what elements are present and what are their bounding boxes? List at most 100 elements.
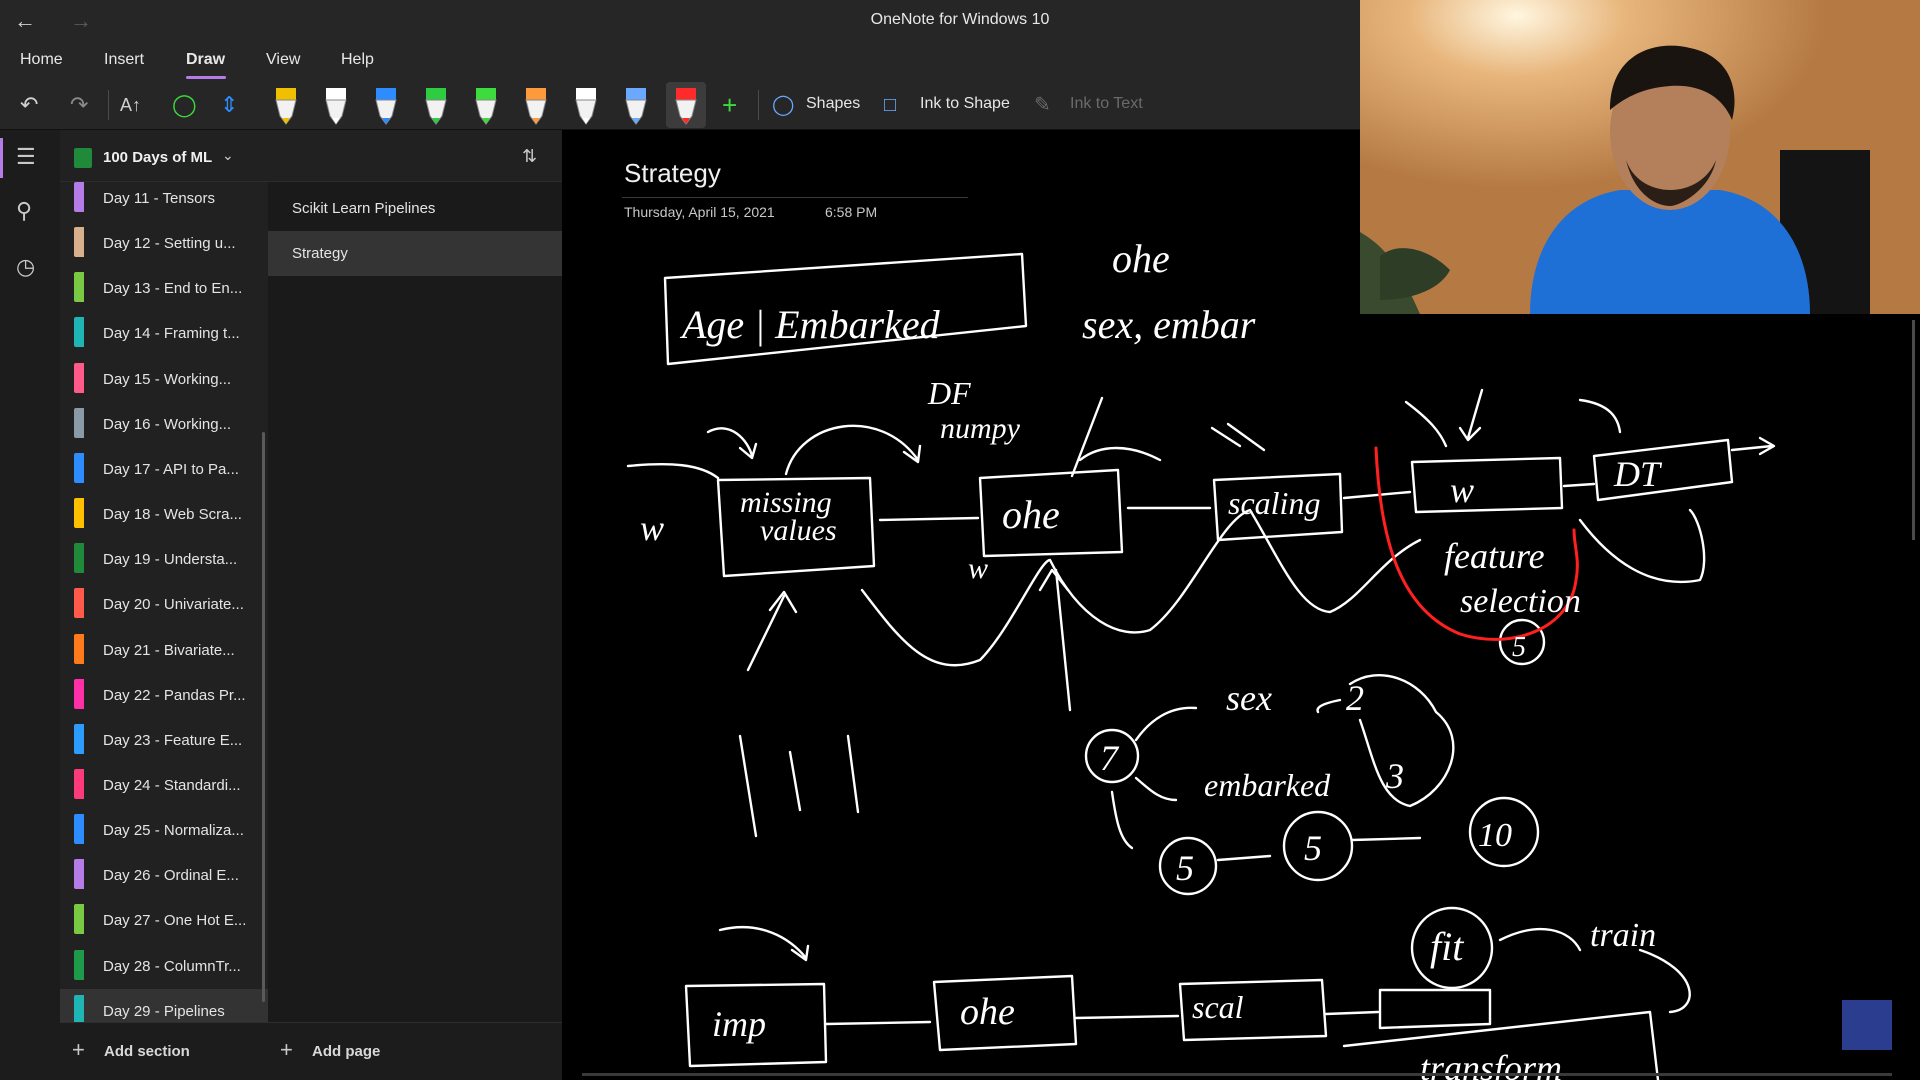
section-item[interactable]: Day 14 - Framing t... bbox=[60, 311, 268, 356]
active-menu-indicator bbox=[186, 76, 226, 79]
add-section-button[interactable]: + Add section bbox=[60, 1022, 268, 1080]
pen-5-icon[interactable] bbox=[475, 88, 497, 125]
section-item-label: Day 16 - Working... bbox=[103, 415, 232, 433]
page-item-strategy[interactable]: Strategy bbox=[268, 231, 562, 276]
menu-insert[interactable]: Insert bbox=[104, 51, 144, 69]
pen-8-icon[interactable] bbox=[625, 88, 647, 125]
undo-icon[interactable]: ↶ bbox=[20, 92, 38, 118]
page-title-underline bbox=[622, 197, 968, 198]
section-item[interactable]: Day 22 - Pandas Pr... bbox=[60, 673, 268, 718]
section-item[interactable]: Day 24 - Standardi... bbox=[60, 763, 268, 808]
menu-help[interactable]: Help bbox=[341, 51, 374, 69]
pen-6-icon[interactable] bbox=[525, 88, 547, 125]
section-item[interactable]: Day 20 - Univariate... bbox=[60, 582, 268, 627]
section-item[interactable]: Day 25 - Normaliza... bbox=[60, 808, 268, 853]
search-icon[interactable]: ⚲ bbox=[16, 198, 32, 224]
section-color-tab bbox=[74, 949, 84, 980]
page-title[interactable]: Strategy bbox=[624, 158, 721, 189]
sort-icon[interactable]: ⇅ bbox=[522, 146, 537, 167]
section-item-label: Day 26 - Ordinal E... bbox=[103, 867, 239, 885]
notebooks-icon[interactable]: ☰ bbox=[16, 144, 36, 170]
section-item-label: Day 13 - End to En... bbox=[103, 280, 243, 298]
section-color-tab bbox=[74, 182, 84, 212]
add-page-button[interactable]: + Add page bbox=[268, 1022, 562, 1080]
page-item-label: Strategy bbox=[292, 245, 348, 262]
ink-to-shape-button[interactable]: Ink to Shape bbox=[920, 95, 1010, 113]
section-color-tab bbox=[74, 362, 84, 393]
section-item[interactable]: Day 21 - Bivariate... bbox=[60, 628, 268, 673]
add-pen-icon[interactable]: + bbox=[722, 92, 737, 118]
section-item[interactable]: Day 18 - Web Scra... bbox=[60, 492, 268, 537]
canvas-horizontal-scrollbar[interactable] bbox=[582, 1073, 1892, 1076]
toolbar-divider bbox=[108, 90, 109, 120]
chevron-down-icon[interactable]: ⌄ bbox=[222, 147, 234, 164]
sections-scrollbar[interactable] bbox=[262, 432, 265, 1002]
section-color-tab bbox=[74, 633, 84, 664]
section-color-tab bbox=[74, 452, 84, 483]
pen-4-icon[interactable] bbox=[425, 88, 447, 125]
ink-to-shape-icon[interactable]: □ bbox=[884, 92, 896, 118]
section-item-label: Day 21 - Bivariate... bbox=[103, 641, 235, 659]
section-item-label: Day 23 - Feature E... bbox=[103, 731, 243, 749]
section-item[interactable]: Day 27 - One Hot E... bbox=[60, 898, 268, 943]
section-color-tab bbox=[74, 588, 84, 619]
pen-9-icon[interactable] bbox=[666, 82, 706, 128]
section-item[interactable]: Day 11 - Tensors bbox=[60, 176, 268, 221]
pen-1-icon[interactable] bbox=[275, 88, 297, 125]
section-item[interactable]: Day 13 - End to En... bbox=[60, 266, 268, 311]
section-item[interactable]: Day 16 - Working... bbox=[60, 402, 268, 447]
menu-home[interactable]: Home bbox=[20, 51, 63, 69]
section-item[interactable]: Day 23 - Feature E... bbox=[60, 718, 268, 763]
pen-3-icon[interactable] bbox=[375, 88, 397, 125]
webcam-overlay bbox=[1360, 0, 1920, 314]
section-item[interactable]: Day 15 - Working... bbox=[60, 357, 268, 402]
section-item[interactable]: Day 19 - Understa... bbox=[60, 537, 268, 582]
section-color-tab bbox=[74, 227, 84, 258]
menu-bar: Home Insert Draw View Help bbox=[0, 42, 1360, 80]
onenote-window: ← → OneNote for Windows 10 Home Insert D… bbox=[0, 0, 1920, 1080]
shapes-icon[interactable]: ◯ bbox=[772, 92, 794, 118]
section-color-tab bbox=[74, 407, 84, 438]
section-color-tab bbox=[74, 723, 84, 754]
notebook-icon bbox=[74, 148, 92, 168]
shapes-button[interactable]: Shapes bbox=[806, 95, 860, 113]
section-item[interactable]: Day 12 - Setting u... bbox=[60, 221, 268, 266]
ink-to-text-icon: ✎ bbox=[1034, 94, 1051, 116]
section-item[interactable]: Day 28 - ColumnTr... bbox=[60, 944, 268, 989]
plus-icon: + bbox=[72, 1037, 85, 1062]
section-item-label: Day 11 - Tensors bbox=[103, 190, 215, 207]
add-page-label: Add page bbox=[312, 1043, 381, 1060]
canvas-vertical-scrollbar[interactable] bbox=[1912, 320, 1915, 540]
ink-to-text-button: Ink to Text bbox=[1070, 95, 1143, 112]
section-color-tab bbox=[74, 272, 84, 303]
pen-7-icon[interactable] bbox=[575, 88, 597, 125]
section-item-label: Day 15 - Working... bbox=[103, 370, 232, 388]
menu-view[interactable]: View bbox=[266, 51, 300, 69]
type-select-icon[interactable]: A↑ bbox=[120, 92, 141, 118]
lasso-select-icon[interactable]: ◯ bbox=[172, 92, 197, 118]
section-item-label: Day 27 - One Hot E... bbox=[103, 912, 247, 930]
pen-2-icon[interactable] bbox=[325, 88, 347, 125]
section-item[interactable]: Day 17 - API to Pa... bbox=[60, 447, 268, 492]
recent-icon[interactable]: ◷ bbox=[16, 254, 35, 280]
menu-draw[interactable]: Draw bbox=[186, 51, 225, 69]
section-item-label: Day 14 - Framing t... bbox=[103, 325, 240, 343]
page-time: 6:58 PM bbox=[825, 204, 878, 220]
redo-icon[interactable]: ↷ bbox=[70, 92, 88, 118]
draw-toolbar: ↶ ↷ A↑ ◯ ⇕ + ◯ Shapes □ Ink to Shape ✎ I… bbox=[0, 80, 1360, 130]
add-space-icon[interactable]: ⇕ bbox=[220, 92, 238, 118]
rail-active-indicator bbox=[0, 138, 3, 178]
section-color-tab bbox=[74, 904, 84, 935]
section-item-label: Day 22 - Pandas Pr... bbox=[103, 686, 246, 704]
section-color-tab bbox=[74, 317, 84, 348]
section-color-tab bbox=[74, 678, 84, 709]
section-item-label: Day 20 - Univariate... bbox=[103, 596, 244, 614]
page-item-scikit-learn-pipelines[interactable]: Scikit Learn Pipelines bbox=[268, 186, 562, 231]
section-item[interactable]: Day 26 - Ordinal E... bbox=[60, 853, 268, 898]
section-item-label: Day 12 - Setting u... bbox=[103, 235, 236, 253]
pen-gallery[interactable] bbox=[262, 82, 722, 130]
notebook-header[interactable]: 100 Days of ML ⌄ ⇅ bbox=[60, 130, 562, 182]
section-item-label: Day 18 - Web Scra... bbox=[103, 506, 242, 524]
plus-icon: + bbox=[280, 1037, 293, 1062]
notebook-title[interactable]: 100 Days of ML bbox=[103, 149, 212, 166]
